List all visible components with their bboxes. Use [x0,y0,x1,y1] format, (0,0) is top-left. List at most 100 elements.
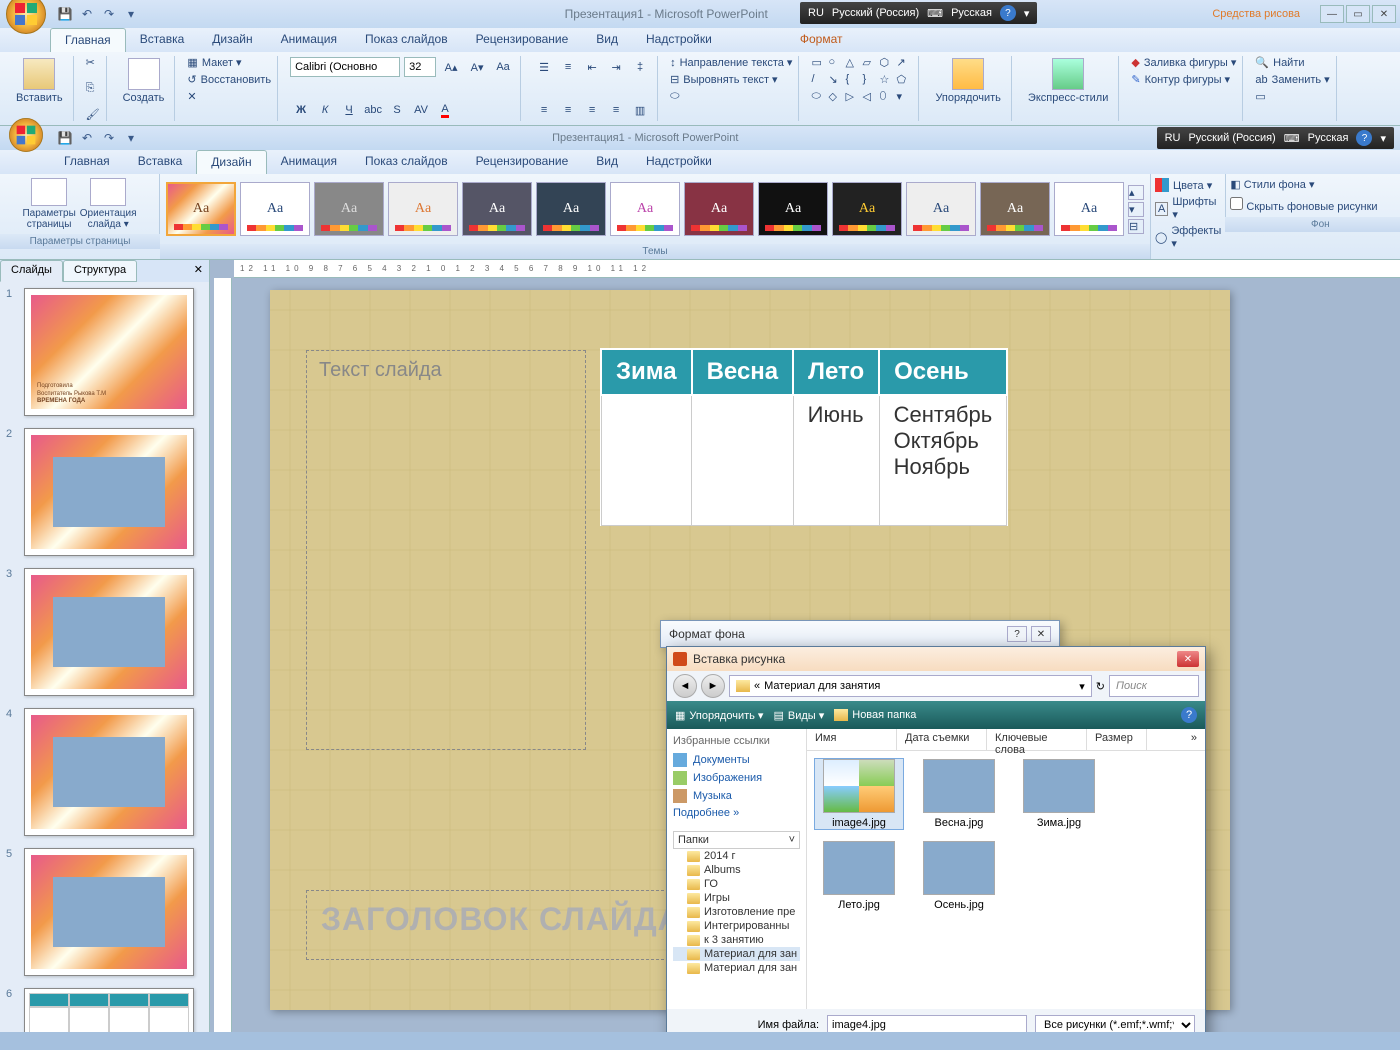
nav-fwd-button[interactable]: ► [701,674,725,698]
spacing-icon[interactable]: AV [410,99,432,121]
tab2-design[interactable]: Дизайн [196,150,266,174]
tab2-view[interactable]: Вид [582,150,632,174]
page-setup-button[interactable]: Параметры страницы [22,178,75,230]
file-item[interactable]: image4.jpg [815,759,903,829]
themes-up-icon[interactable]: ▴ [1128,185,1144,200]
tab-animation[interactable]: Анимация [267,28,351,52]
fav-more[interactable]: Подробнее » [673,805,800,821]
folder-item[interactable]: Материал для зан [673,961,800,975]
themes-more-icon[interactable]: ⊟ [1128,219,1144,234]
views-menu[interactable]: ▤Виды ▾ [773,709,824,722]
folders-toggle[interactable]: Папки˅ [673,831,800,849]
slide-thumb-4[interactable] [24,708,194,836]
format-painter-icon[interactable]: 🖌 [86,108,100,121]
slide-thumb-2[interactable] [24,428,194,556]
orientation-button[interactable]: Ориентация слайда ▾ [80,178,137,230]
underline-icon[interactable]: Ч [338,99,360,121]
slides-tab[interactable]: Слайды [0,260,63,282]
folder-item[interactable]: Интегрированны [673,919,800,933]
align-left-icon[interactable]: ≡ [533,99,555,121]
th-winter[interactable]: Зима [601,349,692,395]
content-placeholder[interactable]: Текст слайда [306,350,586,750]
th-summer[interactable]: Лето [793,349,879,395]
tab-slideshow[interactable]: Показ слайдов [351,28,462,52]
td-spring[interactable] [692,395,794,525]
shape-outline[interactable]: Контур фигуры ▾ [1145,73,1231,86]
refresh-icon[interactable]: ↻ [1096,680,1105,693]
undo-icon[interactable]: ↶ [78,5,96,23]
shapes-gallery[interactable]: ▭○△▱⬡↗ /↘{}☆⬠ ⬭◇▷◁⬯▾ [811,56,912,106]
fav-music[interactable]: Музыка [673,787,800,805]
arrange-button[interactable]: Упорядочить [931,56,1004,106]
folder-item[interactable]: ГО [673,877,800,891]
slide-thumb-3[interactable] [24,568,194,696]
tab2-animation[interactable]: Анимация [267,150,351,174]
font-select[interactable] [290,57,400,77]
redo-icon-2[interactable]: ↷ [100,129,118,147]
close-icon[interactable]: ✕ [1372,5,1396,23]
new-folder-button[interactable]: Новая папка [834,709,916,721]
hide-bg-checkbox[interactable]: Скрыть фоновые рисунки [1230,197,1400,213]
nav-back-button[interactable]: ◄ [673,674,697,698]
insert-picture-dialog[interactable]: Вставка рисунка ✕ ◄ ► « Материал для зан… [666,646,1206,1032]
themes-gallery[interactable]: Aa Aa Aa Aa Aa Aa Aa Aa Aa Aa Aa Aa Aa ▴… [160,174,1150,244]
new-slide-button[interactable]: Создать [119,56,169,106]
font-size[interactable] [404,57,436,77]
folder-item[interactable]: Изготовление пре [673,905,800,919]
redo-icon[interactable]: ↷ [100,5,118,23]
reset-button[interactable]: Восстановить [201,74,271,86]
tab2-slideshow[interactable]: Показ слайдов [351,150,462,174]
format-background-dialog[interactable]: Формат фона ?✕ [660,620,1060,648]
align-right-icon[interactable]: ≡ [581,99,603,121]
bullets-icon[interactable]: ☰ [533,56,555,78]
tab2-review[interactable]: Рецензирование [462,150,583,174]
folder-item[interactable]: Материал для зан [673,947,800,961]
filter-select[interactable]: Все рисунки (*.emf;*.wmf;*.jpg; [1035,1015,1195,1032]
align-center-icon[interactable]: ≡ [557,99,579,121]
slide-thumb-6[interactable] [24,988,194,1032]
indent-inc-icon[interactable]: ⇥ [605,56,627,78]
quick-styles-button[interactable]: Экспресс-стили [1024,56,1112,106]
tab2-addins[interactable]: Надстройки [632,150,726,174]
filename-input[interactable] [827,1015,1027,1032]
td-autumn[interactable]: Сентябрь Октябрь Ноябрь [879,395,1007,525]
folder-item[interactable]: 2014 г [673,849,800,863]
tab-home[interactable]: Главная [50,28,126,52]
cut-icon[interactable]: ✂ [86,56,95,69]
strike-icon[interactable]: abc [362,99,384,121]
justify-icon[interactable]: ≡ [605,99,627,121]
line-spacing-icon[interactable]: ‡ [629,56,651,78]
layout-menu[interactable]: Макет ▾ [202,56,242,69]
th-spring[interactable]: Весна [692,349,794,395]
file-item[interactable]: Зима.jpg [1015,759,1103,829]
slide-thumb-5[interactable] [24,848,194,976]
grow-font-icon[interactable]: A▴ [440,56,462,78]
save-icon-2[interactable]: 💾 [56,129,74,147]
fav-pictures[interactable]: Изображения [673,769,800,787]
tab-view[interactable]: Вид [582,28,632,52]
td-winter[interactable] [601,395,692,525]
qat-more-icon[interactable]: ▾ [122,5,140,23]
theme-effects[interactable]: ◯Эффекты ▾ [1155,225,1221,250]
find-button[interactable]: Найти [1273,57,1304,69]
close-pane-icon[interactable]: ✕ [188,260,209,282]
minimize-icon[interactable]: — [1320,5,1344,23]
td-summer[interactable]: Июнь [793,395,879,525]
bold-icon[interactable]: Ж [290,99,312,121]
numbering-icon[interactable]: ≡ [557,56,579,78]
th-autumn[interactable]: Осень [879,349,1007,395]
address-bar[interactable]: « Материал для занятия ▾ [729,675,1092,697]
fav-documents[interactable]: Документы [673,751,800,769]
align-text[interactable]: Выровнять текст ▾ [683,73,777,86]
search-box[interactable]: Поиск [1109,675,1199,697]
paste-button[interactable]: Вставить [12,56,67,106]
folder-item[interactable]: Albums [673,863,800,877]
file-columns[interactable]: Имя Дата съемки Ключевые слова Размер » [807,729,1205,751]
columns-icon[interactable]: ▥ [629,99,651,121]
dlg-help-icon[interactable]: ? [1007,626,1027,642]
replace-button[interactable]: Заменить ▾ [1272,73,1330,86]
office-button-2[interactable] [9,118,43,152]
tab2-home[interactable]: Главная [50,150,124,174]
toolbar-help-icon[interactable]: ? [1181,707,1197,723]
save-icon[interactable]: 💾 [56,5,74,23]
